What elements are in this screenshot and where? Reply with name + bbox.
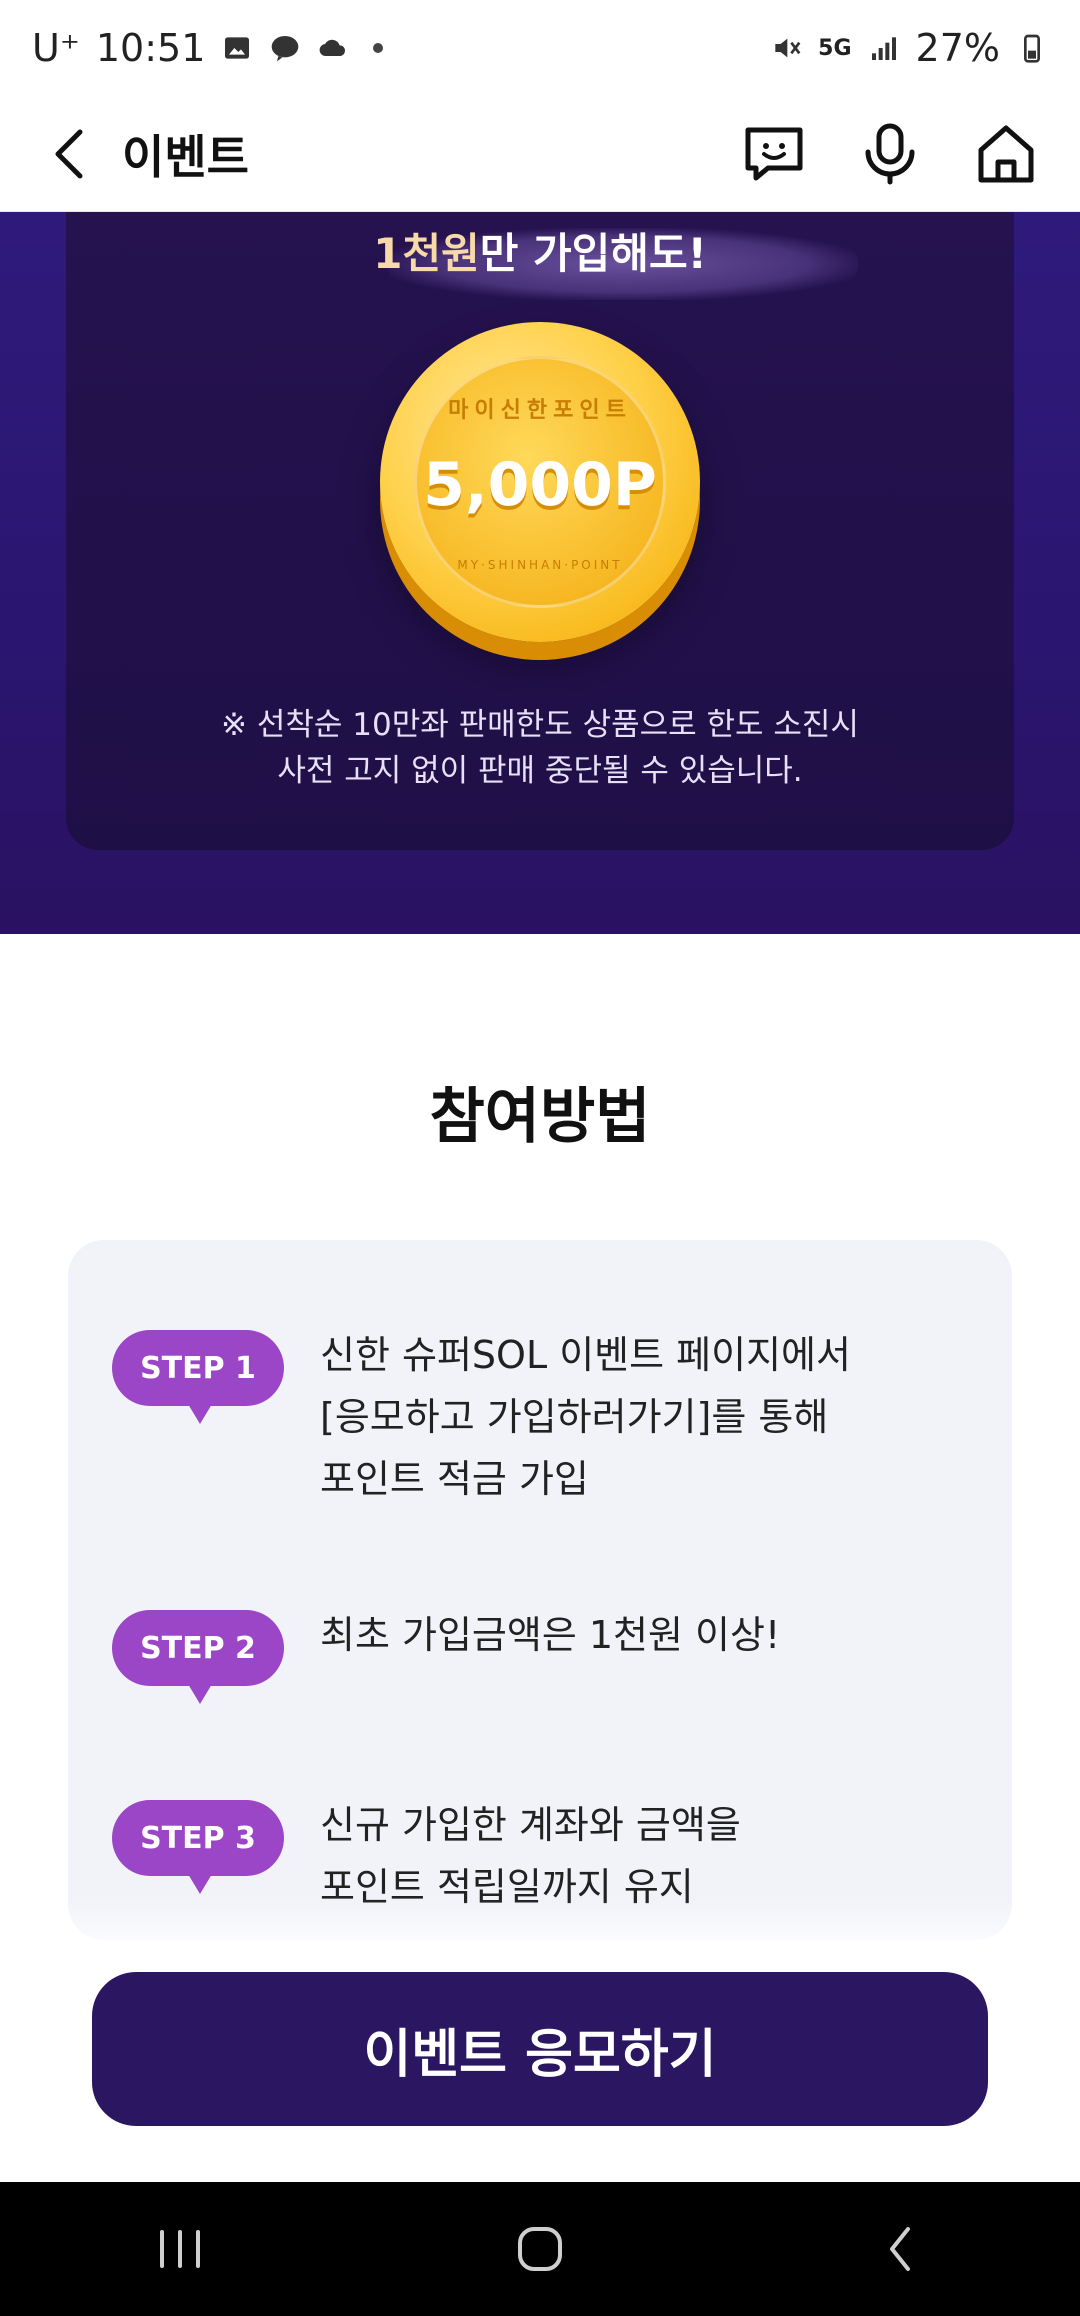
home-icon — [978, 125, 1034, 182]
step-text: 신한 슈퍼SOL 이벤트 페이지에서 [응모하고 가입하러가기]를 통해 포인트… — [320, 1333, 851, 1501]
apply-event-button[interactable]: 이벤트 응모하기 — [92, 1972, 988, 2126]
network-label: 5G — [818, 35, 852, 61]
microphone-icon — [865, 123, 915, 184]
promo-note: ※ 선착순 10만좌 판매한도 상품으로 한도 소진시 사전 고지 없이 판매 … — [221, 707, 859, 789]
step-item: STEP 1 신한 슈퍼SOL 이벤트 페이지에서 [응모하고 가입하러가기]를… — [112, 1330, 960, 1510]
scroll-fade — [68, 1900, 1012, 1960]
home-button[interactable] — [972, 120, 1040, 188]
mute-icon — [775, 38, 801, 58]
system-nav-bar — [0, 2182, 1080, 2316]
talk-icon — [272, 36, 299, 62]
back-nav-icon — [890, 2227, 910, 2271]
carrier-label: U⁺ — [32, 26, 80, 70]
step-text: 최초 가입금액은 1천원 이상! — [320, 1613, 781, 1657]
back-nav-button[interactable] — [840, 2209, 960, 2289]
chevron-left-icon — [55, 129, 83, 178]
page-title: 이벤트 — [122, 129, 249, 184]
step-item: STEP 2 최초 가입금액은 1천원 이상! — [112, 1610, 960, 1704]
app-bar: 이벤트 — [0, 96, 1080, 212]
coin-bottom-text: MY·SHINHAN·POINT — [457, 558, 623, 572]
promo-heading-accent: 1천원 — [373, 229, 480, 278]
chatbot-icon — [745, 127, 803, 180]
steps-card: STEP 1 신한 슈퍼SOL 이벤트 페이지에서 [응모하고 가입하러가기]를… — [68, 1240, 1012, 1940]
battery-icon — [1024, 34, 1040, 63]
coin-top-text: 마이신한포인트 — [448, 398, 632, 423]
step-badge: STEP 1 — [112, 1330, 284, 1424]
section-title: 참여방법 — [429, 1082, 651, 1152]
promo-heading-rest: 만 가입해도! — [479, 229, 707, 278]
promo-heading: 1천원만 가입해도! — [0, 220, 1080, 281]
home-nav-button[interactable] — [480, 2209, 600, 2289]
back-button[interactable] — [40, 124, 100, 184]
status-bar: U⁺ 10:51 5G 27% — [0, 0, 1080, 96]
promo-banner: 1천원만 가입해도! 마이신한포인트 5,000P MY·SHINHAN·POI… — [0, 212, 1080, 934]
recent-apps-icon — [160, 2230, 200, 2268]
step-badge: STEP 2 — [112, 1610, 284, 1704]
recent-apps-button[interactable] — [120, 2209, 240, 2289]
step-badge: STEP 3 — [112, 1800, 284, 1894]
clock: 10:51 — [95, 26, 206, 70]
status-left: U⁺ 10:51 — [32, 26, 384, 70]
home-circle-icon — [518, 2227, 562, 2271]
status-right: 5G 27% — [770, 26, 1048, 70]
chatbot-button[interactable] — [740, 120, 808, 188]
point-coin: 마이신한포인트 5,000P MY·SHINHAN·POINT — [380, 322, 700, 642]
coin-body: 마이신한포인트 5,000P MY·SHINHAN·POINT — [380, 322, 700, 642]
gallery-icon — [225, 37, 250, 59]
app-actions — [740, 120, 1040, 188]
signal-icon — [871, 37, 896, 60]
notification-dot — [373, 43, 384, 53]
coin-value: 5,000P — [423, 450, 657, 520]
battery-percent: 27% — [915, 26, 1000, 70]
cloud-icon — [320, 39, 346, 57]
voice-button[interactable] — [856, 120, 924, 188]
